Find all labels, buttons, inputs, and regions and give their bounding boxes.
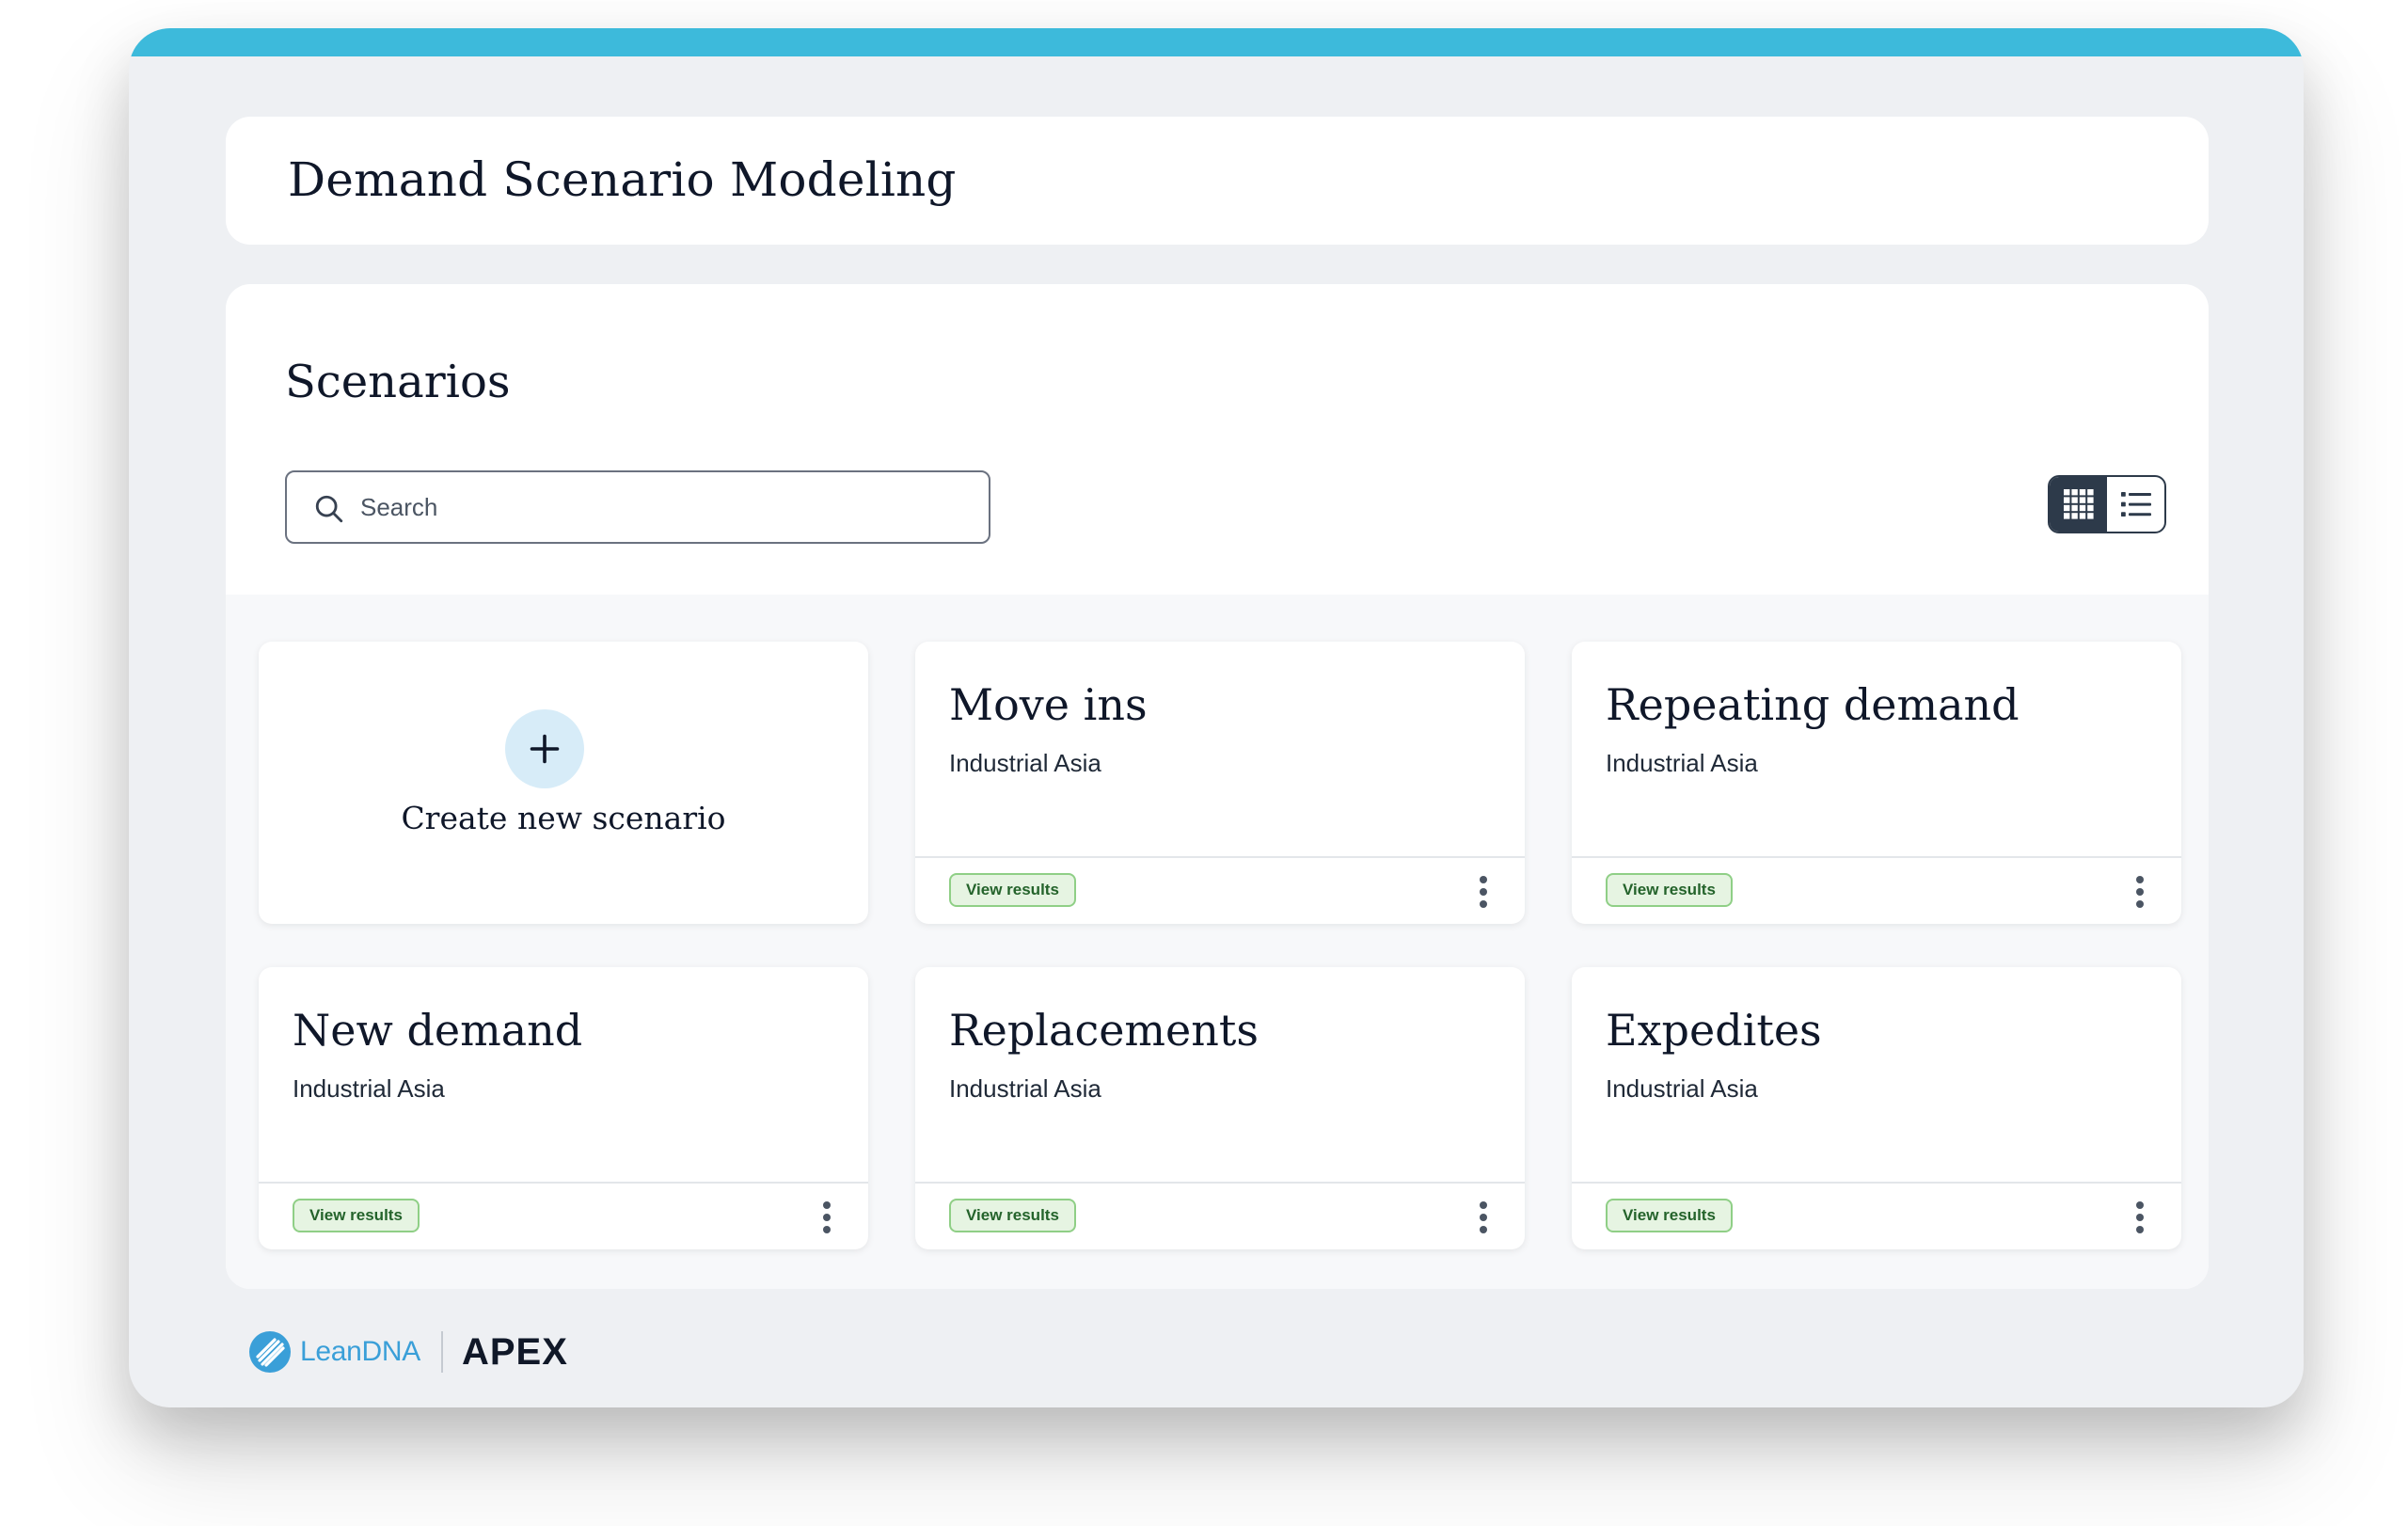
plus-icon — [505, 709, 584, 788]
leandna-logo-icon — [249, 1331, 291, 1373]
grid-view-icon — [2063, 489, 2094, 519]
scenario-subtitle: Industrial Asia — [293, 1074, 445, 1103]
grid-view-button[interactable] — [2050, 477, 2107, 532]
view-results-button[interactable]: View results — [949, 873, 1076, 907]
section-title: Scenarios — [285, 356, 511, 408]
scenario-subtitle: Industrial Asia — [949, 1074, 1101, 1103]
scenario-card[interactable]: Repeating demand Industrial Asia View re… — [1572, 642, 2181, 924]
view-toggle — [2048, 475, 2166, 533]
card-footer: View results — [915, 856, 1525, 924]
footer-logos: LeanDNA APEX — [247, 1328, 568, 1375]
scenario-title: Expedites — [1606, 1005, 1822, 1056]
more-options-icon[interactable] — [1474, 1199, 1493, 1236]
scenario-title: New demand — [293, 1005, 583, 1056]
card-footer: View results — [915, 1182, 1525, 1249]
scenario-subtitle: Industrial Asia — [1606, 749, 1758, 777]
leandna-wordmark: LeanDNA — [300, 1336, 420, 1367]
scenario-card[interactable]: New demand Industrial Asia View results — [259, 967, 868, 1249]
more-options-icon[interactable] — [1474, 873, 1493, 911]
create-scenario-card[interactable]: Create new scenario — [259, 642, 868, 924]
header-card: Demand Scenario Modeling — [226, 117, 2209, 245]
scenarios-panel: Scenarios Search Create new scenario Mov… — [226, 284, 2209, 1289]
scenario-subtitle: Industrial Asia — [1606, 1074, 1758, 1103]
card-footer: View results — [259, 1182, 868, 1249]
search-icon — [315, 495, 343, 523]
list-view-icon — [2120, 492, 2151, 517]
logo-divider — [440, 1331, 443, 1373]
window-accent-bar — [129, 28, 2304, 56]
scenario-title: Move ins — [949, 679, 1148, 730]
list-view-button[interactable] — [2107, 477, 2164, 532]
search-box[interactable] — [285, 470, 990, 544]
view-results-button[interactable]: View results — [949, 1199, 1076, 1232]
scenario-title: Repeating demand — [1606, 679, 2020, 730]
create-scenario-label: Create new scenario — [401, 800, 726, 836]
view-results-button[interactable]: View results — [1606, 1199, 1733, 1232]
page-title: Demand Scenario Modeling — [288, 152, 957, 207]
card-footer: View results — [1572, 856, 2181, 924]
scenario-subtitle: Industrial Asia — [949, 749, 1101, 777]
scenario-card[interactable]: Expedites Industrial Asia View results — [1572, 967, 2181, 1249]
app-window: Demand Scenario Modeling Scenarios Searc… — [129, 28, 2304, 1407]
apex-wordmark: APEX — [461, 1330, 568, 1373]
view-results-button[interactable]: View results — [1606, 873, 1733, 907]
scenario-grid: Create new scenario Move ins Industrial … — [226, 595, 2209, 1289]
scenario-title: Replacements — [949, 1005, 1259, 1056]
scenario-card[interactable]: Move ins Industrial Asia View results — [915, 642, 1525, 924]
view-results-button[interactable]: View results — [293, 1199, 420, 1232]
scenario-card[interactable]: Replacements Industrial Asia View result… — [915, 967, 1525, 1249]
more-options-icon[interactable] — [2131, 873, 2149, 911]
more-options-icon[interactable] — [2131, 1199, 2149, 1236]
more-options-icon[interactable] — [817, 1199, 836, 1236]
search-input[interactable] — [360, 472, 962, 542]
card-footer: View results — [1572, 1182, 2181, 1249]
